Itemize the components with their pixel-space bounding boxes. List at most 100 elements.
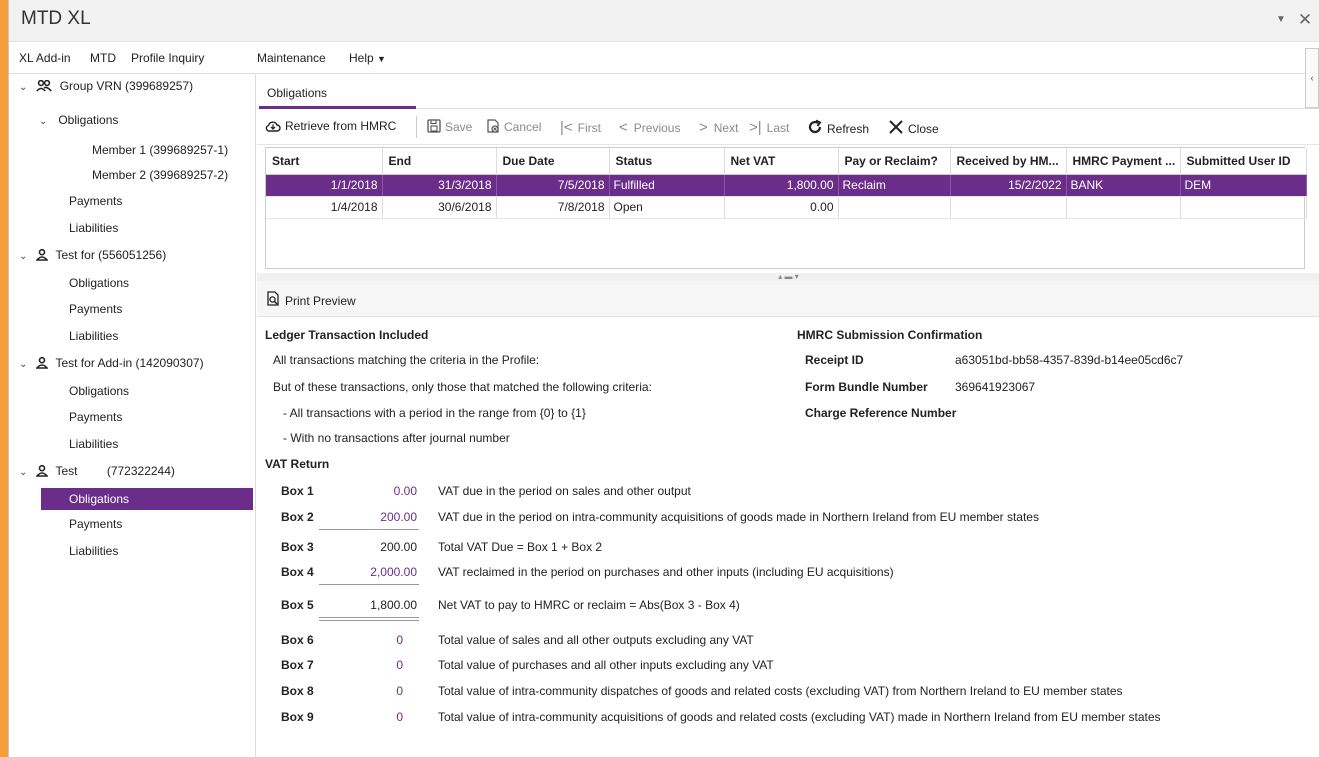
save-label: Save xyxy=(445,120,473,134)
column-header-status[interactable]: Status xyxy=(609,148,725,175)
save-button[interactable]: Save xyxy=(427,119,472,134)
table-row[interactable]: 1/4/2018 30/6/2018 7/8/2018 Open 0.00 xyxy=(266,196,1307,219)
box-description: VAT due in the period on intra-community… xyxy=(438,510,1039,524)
cell-due-date: 7/8/2018 xyxy=(496,196,610,219)
tree-test1-liabilities[interactable]: Liabilities xyxy=(69,325,118,347)
caret-down-icon: ▼ xyxy=(377,54,386,64)
window-close-icon[interactable]: ✕ xyxy=(1295,10,1315,30)
column-header-net-vat[interactable]: Net VAT xyxy=(724,148,839,175)
column-header-start[interactable]: Start xyxy=(266,148,383,175)
tree-test2-payments[interactable]: Payments xyxy=(69,406,122,428)
print-preview-button[interactable]: Print Preview xyxy=(265,291,356,308)
toolbar-separator xyxy=(416,116,417,138)
tree-test-for-addin[interactable]: ⌄ Test for Add-in (142090307) xyxy=(19,352,204,374)
box-description: Total value of purchases and all other i… xyxy=(438,658,774,672)
box-description: VAT reclaimed in the period on purchases… xyxy=(438,565,894,579)
vat-return-detail: Ledger Transaction Included All transact… xyxy=(257,318,1319,757)
total-rule xyxy=(319,620,419,621)
form-bundle-value: 369641923067 xyxy=(955,380,1036,394)
chevron-down-icon[interactable]: ⌄ xyxy=(39,111,51,133)
receipt-id-value: a63051bd-bb58-4357-839d-b14ee05cd6c7 xyxy=(955,353,1184,367)
cell-due-date: 7/5/2018 xyxy=(496,174,610,197)
box-value: 0 xyxy=(396,710,403,724)
cell-hmrc-payment xyxy=(1066,196,1181,219)
box-label: Box 2 xyxy=(281,510,314,524)
tree-test-772322244[interactable]: ⌄ Test (772322244) xyxy=(19,460,175,482)
chevron-down-icon[interactable]: ⌄ xyxy=(19,354,31,376)
chevron-right-icon: > xyxy=(699,119,708,136)
column-header-submitted-user-id[interactable]: Submitted User ID xyxy=(1180,148,1307,175)
tree-group-liabilities[interactable]: Liabilities xyxy=(69,217,118,239)
column-header-end[interactable]: End xyxy=(382,148,497,175)
tree-test2-obligations[interactable]: Obligations xyxy=(69,380,129,402)
menu-profile-inquiry[interactable]: Profile Inquiry xyxy=(131,51,204,65)
cell-pay-or-reclaim xyxy=(838,196,951,219)
cell-end: 30/6/2018 xyxy=(382,196,497,219)
chevron-down-icon[interactable]: ⌄ xyxy=(19,246,31,268)
first-button[interactable]: |< First xyxy=(560,119,601,136)
print-preview-icon xyxy=(267,291,279,306)
ledger-line-1: All transactions matching the criteria i… xyxy=(273,353,540,367)
tree-member-2[interactable]: Member 2 (399689257-2) xyxy=(92,164,228,186)
tree-test1-obligations[interactable]: Obligations xyxy=(69,272,129,294)
tree-member-1[interactable]: Member 1 (399689257-1) xyxy=(92,139,228,161)
tree-test2-liabilities[interactable]: Liabilities xyxy=(69,433,118,455)
cell-start: 1/4/2018 xyxy=(266,196,383,219)
cell-status: Fulfilled xyxy=(609,174,725,197)
close-button[interactable]: Close xyxy=(888,119,939,136)
box-label: Box 4 xyxy=(281,565,314,579)
menu-xl-addin[interactable]: XL Add-in xyxy=(19,51,71,65)
window-dropdown-icon[interactable]: ▼ xyxy=(1271,10,1291,30)
retrieve-label: Retrieve from HMRC xyxy=(285,119,397,133)
tree-vrn: (772322244) xyxy=(106,464,175,478)
menu-mtd[interactable]: MTD xyxy=(90,51,116,65)
table-row[interactable]: 1/1/2018 31/3/2018 7/5/2018 Fulfilled 1,… xyxy=(266,174,1307,197)
cloud-download-icon xyxy=(265,121,281,132)
menu-help-label: Help xyxy=(349,51,374,65)
last-button[interactable]: >| Last xyxy=(749,119,789,136)
box-value: 0 xyxy=(396,658,403,672)
column-header-hmrc-payment[interactable]: HMRC Payment ... xyxy=(1066,148,1181,175)
refresh-button[interactable]: Refresh xyxy=(807,119,869,136)
last-label: Last xyxy=(766,121,790,135)
tree-test1-payments[interactable]: Payments xyxy=(69,298,122,320)
refresh-label: Refresh xyxy=(827,122,870,136)
tree-test-556051256[interactable]: ⌄ Test for (556051256) xyxy=(19,244,166,266)
hmrc-heading: HMRC Submission Confirmation xyxy=(797,328,983,342)
tree-group-vrn[interactable]: ⌄ Group VRN (399689257) xyxy=(19,75,193,97)
tree-group-payments[interactable]: Payments xyxy=(69,190,122,212)
splitter-handle[interactable]: ▴ ▬ ▾ xyxy=(257,273,1319,281)
box-description: Total value of intra-community acquisiti… xyxy=(438,710,1161,724)
cell-hmrc-payment: BANK xyxy=(1066,174,1181,197)
box-label: Box 3 xyxy=(281,540,314,554)
menu-maintenance[interactable]: Maintenance xyxy=(257,51,326,65)
ledger-line-3: - All transactions with a period in the … xyxy=(283,406,586,420)
tree-test3-payments[interactable]: Payments xyxy=(69,513,122,535)
previous-button[interactable]: < Previous xyxy=(619,119,680,136)
column-header-pay-or-reclaim[interactable]: Pay or Reclaim? xyxy=(838,148,951,175)
cell-received-by-hmrc: 15/2/2022 xyxy=(950,174,1067,197)
tab-obligations[interactable]: Obligations xyxy=(259,75,416,109)
retrieve-from-hmrc-button[interactable]: Retrieve from HMRC xyxy=(265,119,396,133)
user-icon xyxy=(36,464,49,477)
menu-help[interactable]: Help ▼ xyxy=(349,51,386,65)
tree-test3-liabilities[interactable]: Liabilities xyxy=(69,540,118,562)
box-value: 2,000.00 xyxy=(370,565,417,579)
column-header-received-by-hmrc[interactable]: Received by HM... xyxy=(950,148,1067,175)
cancel-button[interactable]: Cancel xyxy=(486,119,541,134)
box-value: 0 xyxy=(396,633,403,647)
chevron-down-icon[interactable]: ⌄ xyxy=(19,77,31,99)
column-header-due-date[interactable]: Due Date xyxy=(496,148,610,175)
cell-received-by-hmrc xyxy=(950,196,1067,219)
tree-test3-obligations[interactable]: Obligations xyxy=(41,488,253,510)
save-icon xyxy=(427,119,441,133)
close-icon xyxy=(889,120,903,134)
ledger-line-2: But of these transactions, only those th… xyxy=(273,380,652,394)
next-button[interactable]: > Next xyxy=(699,119,738,136)
navigation-tree: ⌄ Group VRN (399689257) ⌄ Obligations Me… xyxy=(9,75,256,757)
print-preview-label: Print Preview xyxy=(285,294,356,308)
tree-group-obligations[interactable]: ⌄ Obligations xyxy=(39,109,118,131)
chevron-down-icon[interactable]: ⌄ xyxy=(19,462,31,484)
cell-net-vat: 0.00 xyxy=(724,196,839,219)
group-users-icon xyxy=(36,79,53,92)
